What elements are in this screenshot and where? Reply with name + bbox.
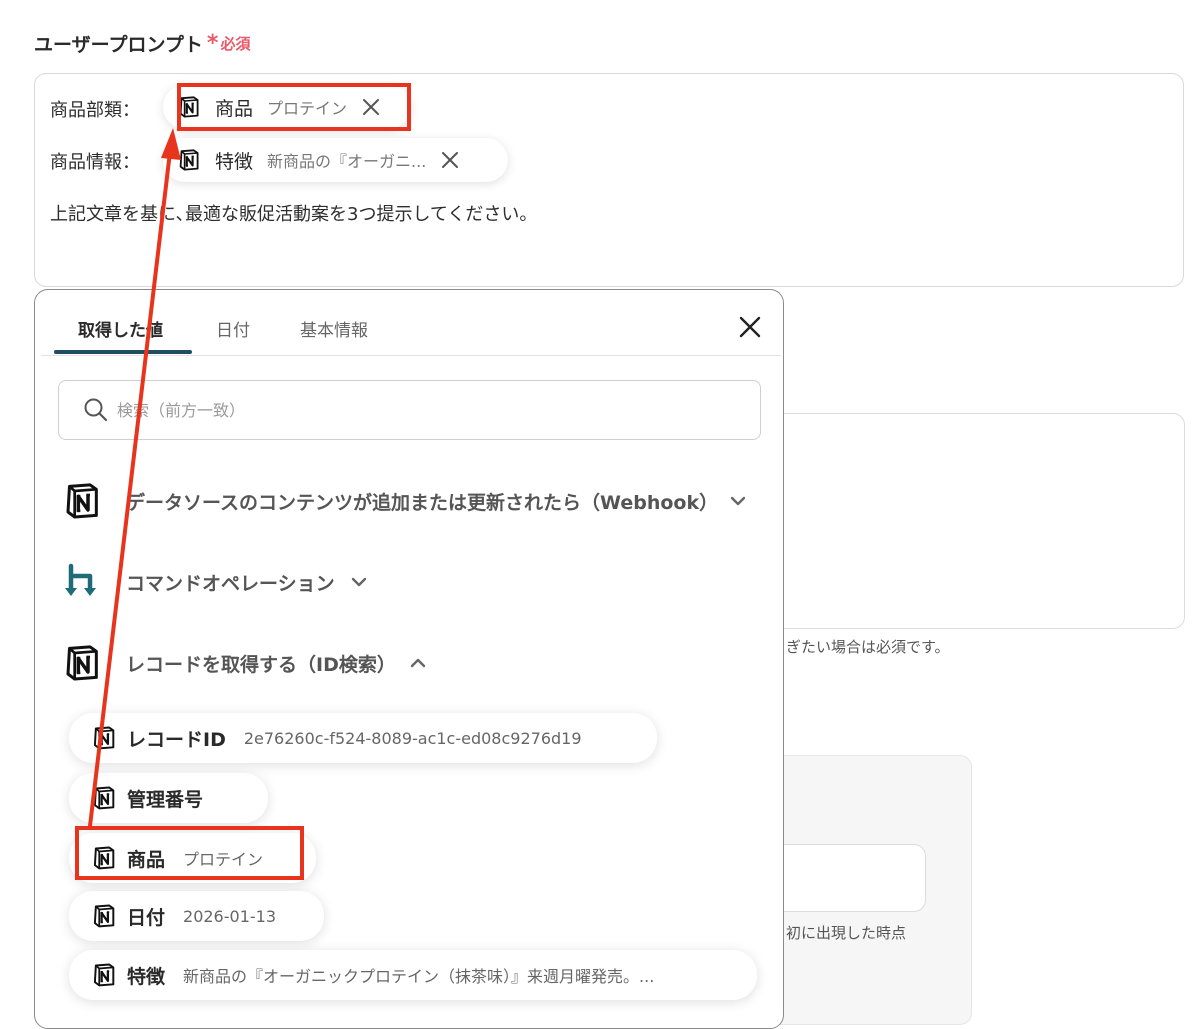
annotation-arrow [88, 128, 181, 828]
